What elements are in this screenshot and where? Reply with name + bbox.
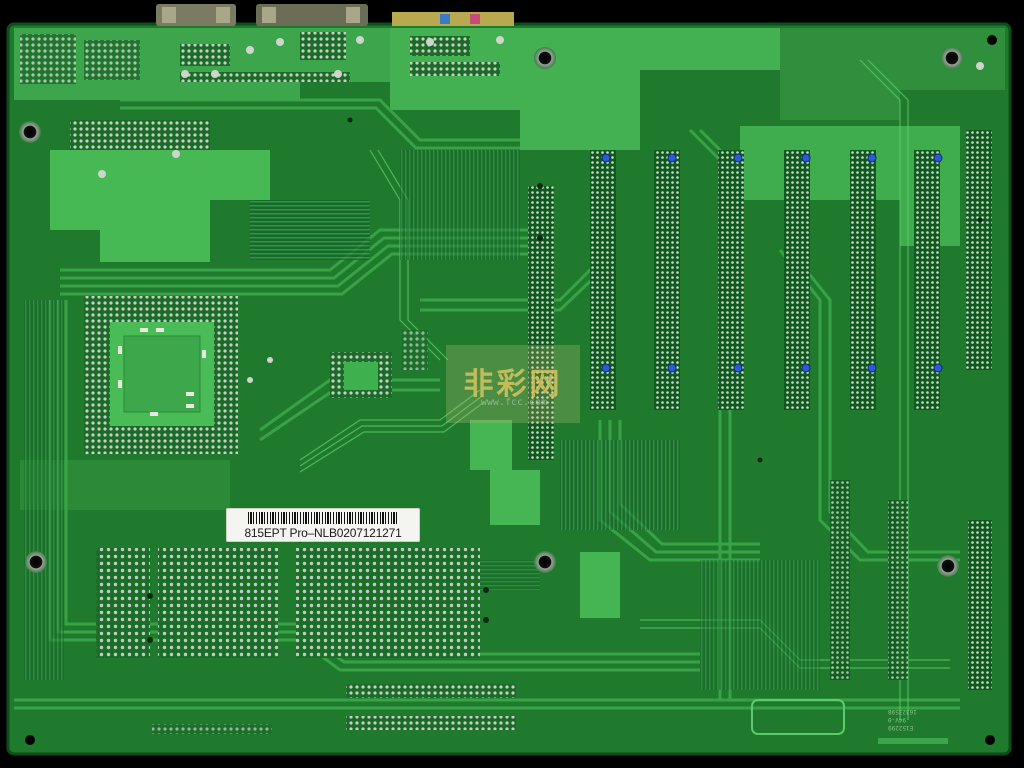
motherboard-photo: 非彩网 www.fcc.com 815EPT Pro–NLB0207121271… [0,0,1024,768]
serial-number-text: 815EPT Pro–NLB0207121271 [244,526,402,540]
website-watermark: 非彩网 www.fcc.com [446,345,580,423]
cpu-socket-pins [84,296,238,454]
silkscreen-rating: 94V-0 [888,716,907,723]
serial-barcode-sticker: 815EPT Pro–NLB0207121271 [226,508,420,542]
barcode [248,512,398,524]
rear-io-connectors [156,4,514,26]
silkscreen-ul-code: E152299 [888,724,914,731]
watermark-url: www.fcc.com [480,397,548,408]
silkscreen-code: 16323598 [888,708,917,715]
